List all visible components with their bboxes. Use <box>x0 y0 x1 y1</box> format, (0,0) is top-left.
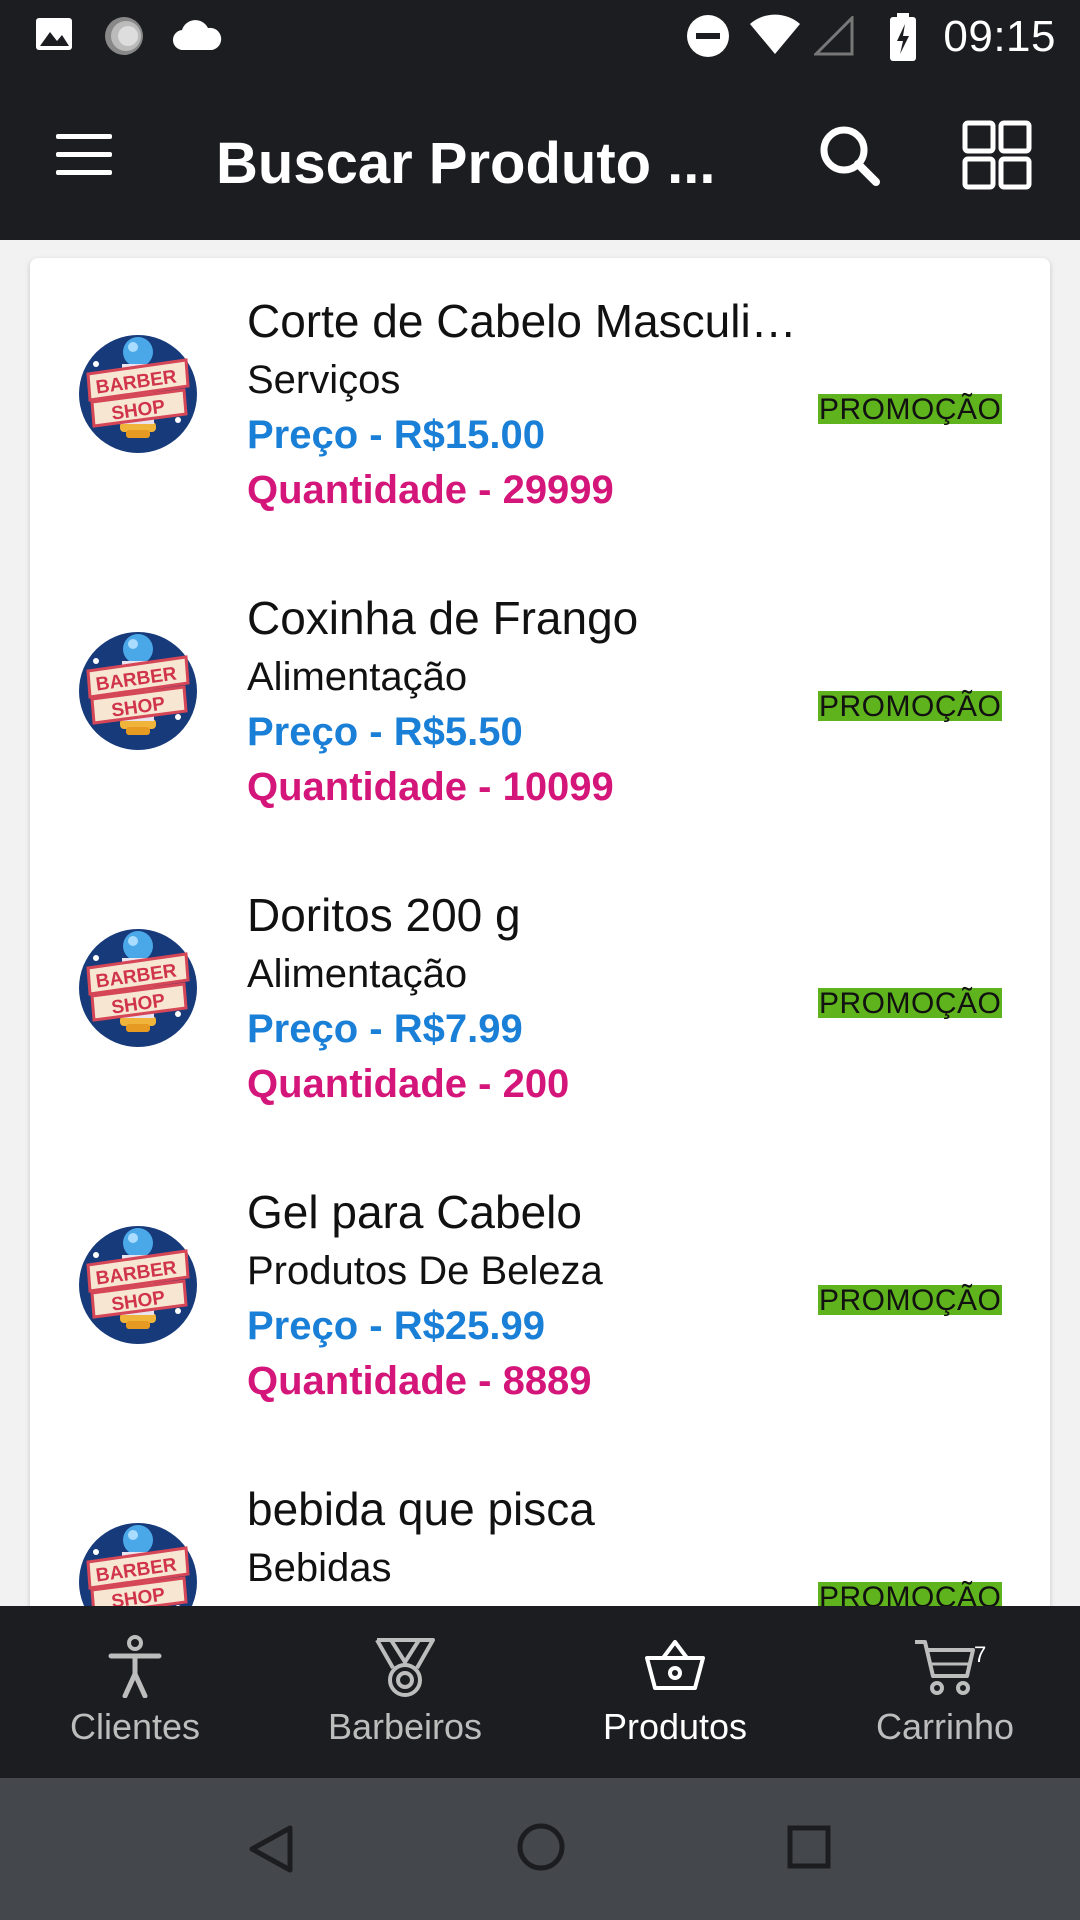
promo-badge: PROMOÇÃO <box>818 987 1003 1020</box>
nav-carrinho[interactable]: Carrinho <box>810 1606 1080 1778</box>
barber-shop-logo-icon: BARBER SHOP <box>78 1225 198 1345</box>
back-icon[interactable] <box>246 1824 296 1874</box>
grid-view-icon[interactable] <box>962 120 1032 195</box>
status-bar: 09:15 <box>0 0 1080 72</box>
nav-label: Clientes <box>69 1706 201 1747</box>
product-category: Produtos De Beleza <box>247 1249 603 1293</box>
list-item[interactable]: BARBER SHOP Gel para Cabelo Produtos De … <box>30 1149 1050 1446</box>
product-quantity: Quantidade - 8889 <box>247 1359 592 1403</box>
list-item[interactable]: BARBER SHOP Doritos 200 g Alimentação Pr… <box>30 852 1050 1149</box>
nav-produtos[interactable]: Produtos <box>540 1606 810 1778</box>
page-title: Buscar Produto ... <box>216 131 716 196</box>
do-not-disturb-icon <box>686 14 730 63</box>
battery-charging-icon <box>888 12 918 67</box>
recents-icon[interactable] <box>786 1824 832 1870</box>
product-category: Alimentação <box>247 952 468 996</box>
barber-shop-logo-icon: BARBER SHOP <box>78 928 198 1048</box>
promo-badge: PROMOÇÃO <box>818 393 1003 426</box>
nav-barbeiros[interactable]: Barbeiros <box>270 1606 540 1778</box>
system-navigation-bar <box>0 1778 1080 1920</box>
barber-shop-logo-icon: BARBER SHOP <box>78 334 198 454</box>
nav-label: Barbeiros <box>327 1706 483 1747</box>
app-bar: Buscar Produto ... <box>0 72 1080 240</box>
product-category: Alimentação <box>247 655 468 699</box>
product-category: Bebidas <box>247 1546 392 1590</box>
image-icon <box>34 14 74 59</box>
product-price: Preço - R$5.50 <box>247 710 523 754</box>
product-name: Doritos 200 g <box>247 889 521 941</box>
search-icon[interactable] <box>818 124 882 193</box>
nav-label: Carrinho <box>875 1706 1015 1747</box>
product-quantity: Quantidade - 29999 <box>247 468 614 512</box>
nav-clientes[interactable]: Clientes <box>0 1606 270 1778</box>
wifi-icon <box>748 12 802 61</box>
product-name: bebida que pisca <box>247 1483 595 1535</box>
product-price: Preço - R$7.99 <box>247 1007 523 1051</box>
product-category: Serviços <box>247 358 401 402</box>
bottom-navigation: Clientes Barbeiros Produtos Carrinho 7 <box>0 1606 1080 1778</box>
cloud-icon <box>172 18 222 57</box>
product-name: Corte de Cabelo Masculi… <box>247 295 797 347</box>
product-quantity: Quantidade - 200 <box>247 1062 570 1106</box>
product-name: Gel para Cabelo <box>247 1186 582 1238</box>
cart-count-badge: 7 <box>974 1642 987 1667</box>
cellular-icon <box>812 14 856 61</box>
product-quantity: Quantidade - 10099 <box>247 765 614 809</box>
list-item[interactable]: BARBER SHOP Corte de Cabelo Masculi… Ser… <box>30 258 1050 555</box>
promo-badge: PROMOÇÃO <box>818 690 1003 723</box>
list-item[interactable]: BARBER SHOP Coxinha de Frango Alimentaçã… <box>30 555 1050 852</box>
home-icon[interactable] <box>516 1822 566 1872</box>
menu-icon[interactable] <box>56 134 112 178</box>
sync-icon <box>102 14 146 63</box>
product-price: Preço - R$25.99 <box>247 1304 545 1348</box>
product-price: Preço - R$15.00 <box>247 413 545 457</box>
product-list: BARBER SHOP Corte de Cabelo Masculi… Ser… <box>30 258 1050 1658</box>
status-time: 09:15 <box>943 12 1056 61</box>
product-name: Coxinha de Frango <box>247 592 639 644</box>
promo-badge: PROMOÇÃO <box>818 1284 1003 1317</box>
nav-label: Produtos <box>602 1706 748 1747</box>
barber-shop-logo-icon: BARBER SHOP <box>78 631 198 751</box>
